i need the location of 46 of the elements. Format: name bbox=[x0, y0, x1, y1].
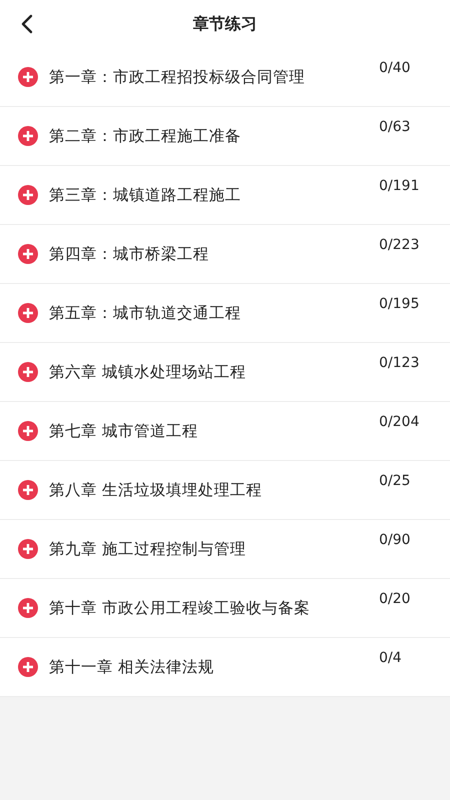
back-icon[interactable] bbox=[20, 14, 34, 34]
chapter-title: 第五章：城市轨道交通工程 bbox=[49, 302, 241, 324]
chapter-title: 第十一章 相关法律法规 bbox=[49, 656, 214, 678]
expand-plus-icon[interactable] bbox=[18, 244, 38, 264]
chapter-row[interactable]: 第十章 市政公用工程竣工验收与备案 0/20 bbox=[0, 579, 450, 638]
chapter-row[interactable]: 第二章：市政工程施工准备 0/63 bbox=[0, 107, 450, 166]
expand-plus-icon[interactable] bbox=[18, 126, 38, 146]
page-title: 章节练习 bbox=[193, 14, 257, 34]
chapter-row[interactable]: 第九章 施工过程控制与管理 0/90 bbox=[0, 520, 450, 579]
question-count: 0/123 bbox=[379, 355, 420, 371]
expand-plus-icon[interactable] bbox=[18, 480, 38, 500]
question-count: 0/204 bbox=[379, 414, 420, 430]
expand-plus-icon[interactable] bbox=[18, 657, 38, 677]
chapter-title: 第六章 城镇水处理场站工程 bbox=[49, 362, 246, 382]
chapter-title: 第七章 城市管道工程 bbox=[49, 420, 198, 442]
question-count: 0/25 bbox=[379, 473, 410, 489]
expand-plus-icon[interactable] bbox=[18, 185, 38, 205]
expand-plus-icon[interactable] bbox=[18, 362, 38, 382]
chapter-title: 第八章 生活垃圾填埋处理工程 bbox=[49, 480, 262, 500]
chapter-row[interactable]: 第四章：城市桥梁工程 0/223 bbox=[0, 225, 450, 284]
expand-plus-icon[interactable] bbox=[18, 67, 38, 87]
chapter-title: 第九章 施工过程控制与管理 bbox=[49, 538, 246, 560]
chapter-row[interactable]: 第八章 生活垃圾填埋处理工程 0/25 bbox=[0, 461, 450, 520]
question-count: 0/4 bbox=[379, 650, 402, 666]
chapter-title: 第一章：市政工程招投标级合同管理 bbox=[49, 66, 305, 88]
chapter-row[interactable]: 第七章 城市管道工程 0/204 bbox=[0, 402, 450, 461]
chapter-title: 第十章 市政公用工程竣工验收与备案 bbox=[49, 598, 310, 618]
expand-plus-icon[interactable] bbox=[18, 598, 38, 618]
question-count: 0/90 bbox=[379, 532, 410, 548]
expand-plus-icon[interactable] bbox=[18, 421, 38, 441]
chapter-row[interactable]: 第十一章 相关法律法规 0/4 bbox=[0, 638, 450, 697]
chapter-row[interactable]: 第六章 城镇水处理场站工程 0/123 bbox=[0, 343, 450, 402]
question-count: 0/63 bbox=[379, 119, 410, 135]
expand-plus-icon[interactable] bbox=[18, 539, 38, 559]
question-count: 0/20 bbox=[379, 591, 410, 607]
chapter-row[interactable]: 第五章：城市轨道交通工程 0/195 bbox=[0, 284, 450, 343]
question-count: 0/40 bbox=[379, 60, 410, 76]
question-count: 0/223 bbox=[379, 237, 420, 253]
question-count: 0/191 bbox=[379, 178, 420, 194]
chapter-title: 第二章：市政工程施工准备 bbox=[49, 126, 241, 146]
question-count: 0/195 bbox=[379, 296, 420, 312]
chapter-title: 第四章：城市桥梁工程 bbox=[49, 244, 209, 264]
chapter-row[interactable]: 第三章：城镇道路工程施工 0/191 bbox=[0, 166, 450, 225]
chapter-row[interactable]: 第一章：市政工程招投标级合同管理 0/40 bbox=[0, 48, 450, 107]
expand-plus-icon[interactable] bbox=[18, 303, 38, 323]
chapter-title: 第三章：城镇道路工程施工 bbox=[49, 184, 241, 206]
